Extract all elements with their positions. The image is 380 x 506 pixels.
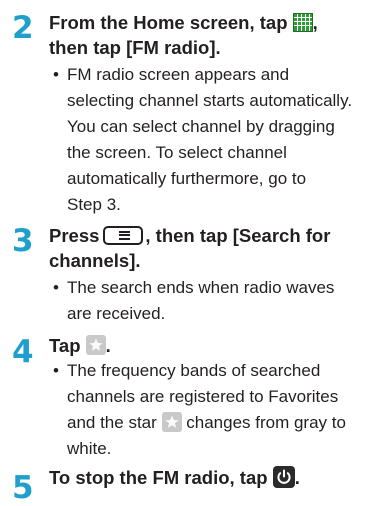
- step-number: 5: [12, 470, 34, 506]
- bullet: •: [53, 65, 59, 84]
- star-icon: [161, 411, 182, 432]
- step-heading: Press, then tap [Search for channels].: [49, 225, 331, 271]
- step-heading: Tap .: [49, 335, 111, 356]
- step-number: 3: [12, 223, 34, 259]
- bullet: •: [53, 278, 59, 297]
- step-heading: From the Home screen, tap , then tap [FM…: [49, 12, 318, 58]
- step-heading: To stop the FM radio, tap .: [49, 466, 300, 489]
- bullet: •: [53, 361, 59, 380]
- star-icon: [85, 335, 106, 356]
- step-description: • The search ends when radio waves are re…: [53, 275, 375, 327]
- step-description: • The frequency bands of searched channel…: [53, 358, 375, 462]
- grid-icon: [292, 12, 313, 32]
- menu-key-icon: [103, 225, 144, 245]
- power-icon: [272, 466, 295, 489]
- step-number: 2: [12, 10, 34, 46]
- step-number: 4: [12, 334, 34, 370]
- step-description: • FM radio screen appears and selecting c…: [53, 62, 375, 218]
